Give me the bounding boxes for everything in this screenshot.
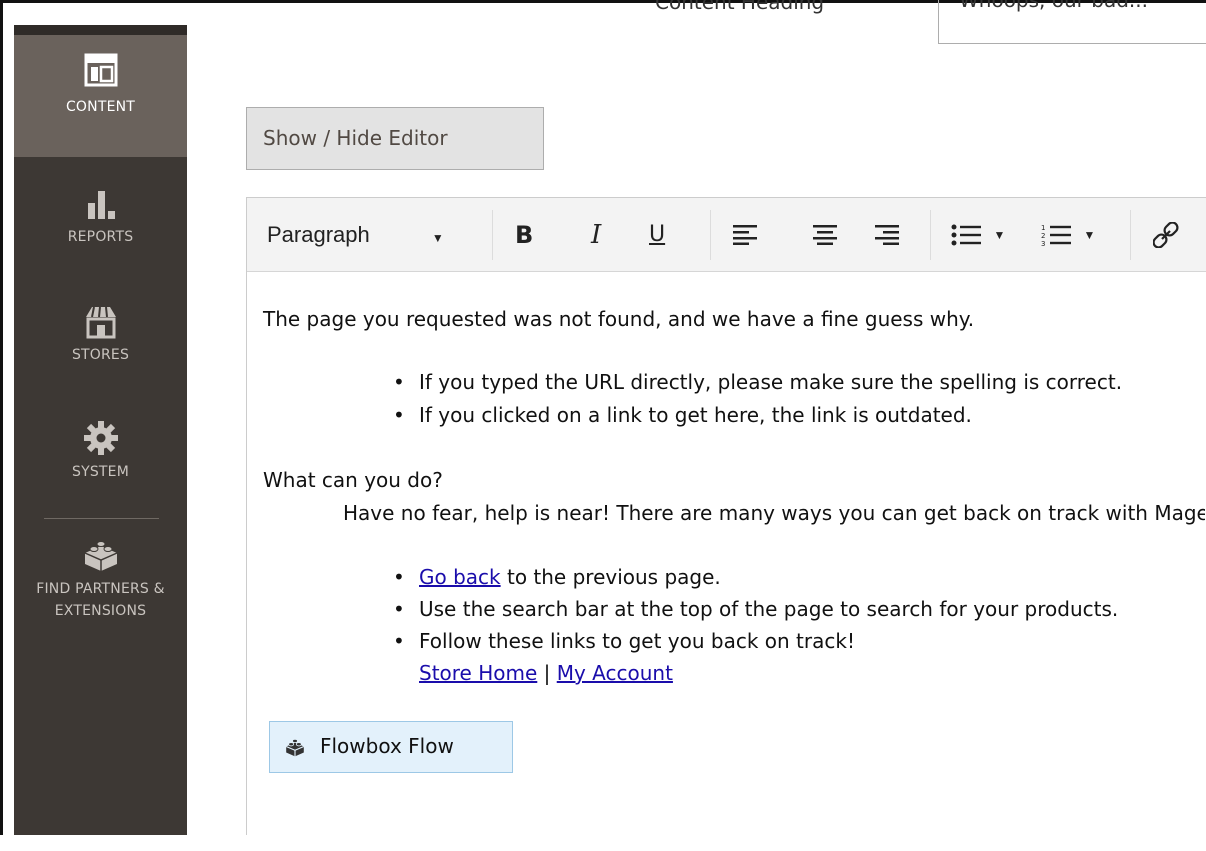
italic-button[interactable]: I <box>591 198 601 272</box>
go-back-link[interactable]: Go back <box>419 565 501 589</box>
bold-button[interactable]: B <box>515 198 533 272</box>
sidebar-top-cap <box>14 25 187 35</box>
show-hide-editor-button[interactable]: Show / Hide Editor <box>246 107 544 170</box>
help-paragraph: Have no fear, help is near! There are ma… <box>343 501 1205 525</box>
chevron-down-icon: ▼ <box>1083 228 1096 242</box>
what-can-you-do-heading: What can you do? <box>263 468 443 492</box>
storefront-icon <box>85 306 116 339</box>
svg-text:2: 2 <box>1041 232 1045 240</box>
store-home-link[interactable]: Store Home <box>419 661 537 685</box>
layout-icon <box>84 53 117 87</box>
link-separator: | <box>537 661 557 685</box>
toolbar-separator <box>1130 210 1131 260</box>
align-left-icon[interactable] <box>733 225 757 245</box>
wysiwyg-editor: Paragraph ▼ B I U ▼ 123 ▼ The page you r… <box>246 197 1206 835</box>
bullet-list-icon <box>951 224 981 246</box>
intro-paragraph: The page you requested was not found, an… <box>263 307 975 331</box>
sidebar-item-system[interactable]: SYSTEM <box>14 418 187 518</box>
content-heading-label: Content Heading <box>655 0 825 14</box>
underline-button[interactable]: U <box>649 198 665 272</box>
format-select[interactable]: Paragraph ▼ <box>267 198 444 272</box>
svg-text:3: 3 <box>1041 240 1045 247</box>
flowbox-widget[interactable]: Flowbox Flow <box>269 721 513 773</box>
toolbar-separator <box>930 210 931 260</box>
numbered-list-icon: 123 <box>1041 224 1071 248</box>
editor-toolbar: Paragraph ▼ B I U ▼ 123 ▼ <box>247 198 1206 272</box>
content-heading-input[interactable]: Whoops, our bad... <box>938 0 1206 44</box>
widget-label: Flowbox Flow <box>320 734 454 758</box>
list-item: Use the search bar at the top of the pag… <box>393 597 1118 621</box>
editor-content[interactable]: The page you requested was not found, an… <box>247 272 1205 832</box>
window-frame-bottom <box>0 835 1206 851</box>
sidebar-item-label: FIND PARTNERS & EXTENSIONS <box>36 581 165 619</box>
format-select-value: Paragraph <box>267 222 370 247</box>
quick-links: Store Home | My Account <box>419 661 673 685</box>
gear-icon <box>83 421 118 455</box>
sidebar-divider <box>44 518 159 519</box>
sidebar-item-label: REPORTS <box>67 229 134 245</box>
chevron-down-icon: ▼ <box>993 228 1006 242</box>
chevron-down-icon: ▼ <box>431 231 444 245</box>
lego-brick-icon <box>285 738 305 757</box>
align-center-icon[interactable] <box>813 225 837 245</box>
list-item: If you clicked on a link to get here, th… <box>393 403 972 427</box>
go-back-rest: to the previous page. <box>500 565 721 589</box>
toolbar-separator <box>492 210 493 260</box>
align-right-icon[interactable] <box>875 225 899 245</box>
toolbar-separator <box>710 210 711 260</box>
content-heading-value: Whoops, our bad... <box>959 0 1148 12</box>
sidebar-item-stores[interactable]: STORES <box>14 303 187 403</box>
link-icon[interactable] <box>1153 222 1179 248</box>
sidebar-item-label: CONTENT <box>65 99 136 115</box>
sidebar-item-label: SYSTEM <box>71 464 129 480</box>
bullet-list-button[interactable]: ▼ <box>951 198 1005 272</box>
sidebar-item-label: STORES <box>71 347 130 363</box>
svg-text:1: 1 <box>1041 224 1045 232</box>
list-item: Follow these links to get you back on tr… <box>393 629 855 653</box>
bar-chart-icon <box>87 191 115 219</box>
numbered-list-button[interactable]: 123 ▼ <box>1041 198 1095 272</box>
sidebar-item-reports[interactable]: REPORTS <box>14 185 187 285</box>
list-item: Go back to the previous page. <box>393 565 721 589</box>
list-item: If you typed the URL directly, please ma… <box>393 370 1122 394</box>
window-frame-left <box>0 0 3 851</box>
my-account-link[interactable]: My Account <box>557 661 673 685</box>
sidebar-item-content[interactable]: CONTENT <box>14 25 187 157</box>
admin-sidebar: CONTENT REPORTS STORES SYSTEM FIND PARTN… <box>14 25 187 835</box>
lego-brick-icon <box>84 541 117 571</box>
sidebar-item-find-partners[interactable]: FIND PARTNERS & EXTENSIONS <box>14 530 187 640</box>
